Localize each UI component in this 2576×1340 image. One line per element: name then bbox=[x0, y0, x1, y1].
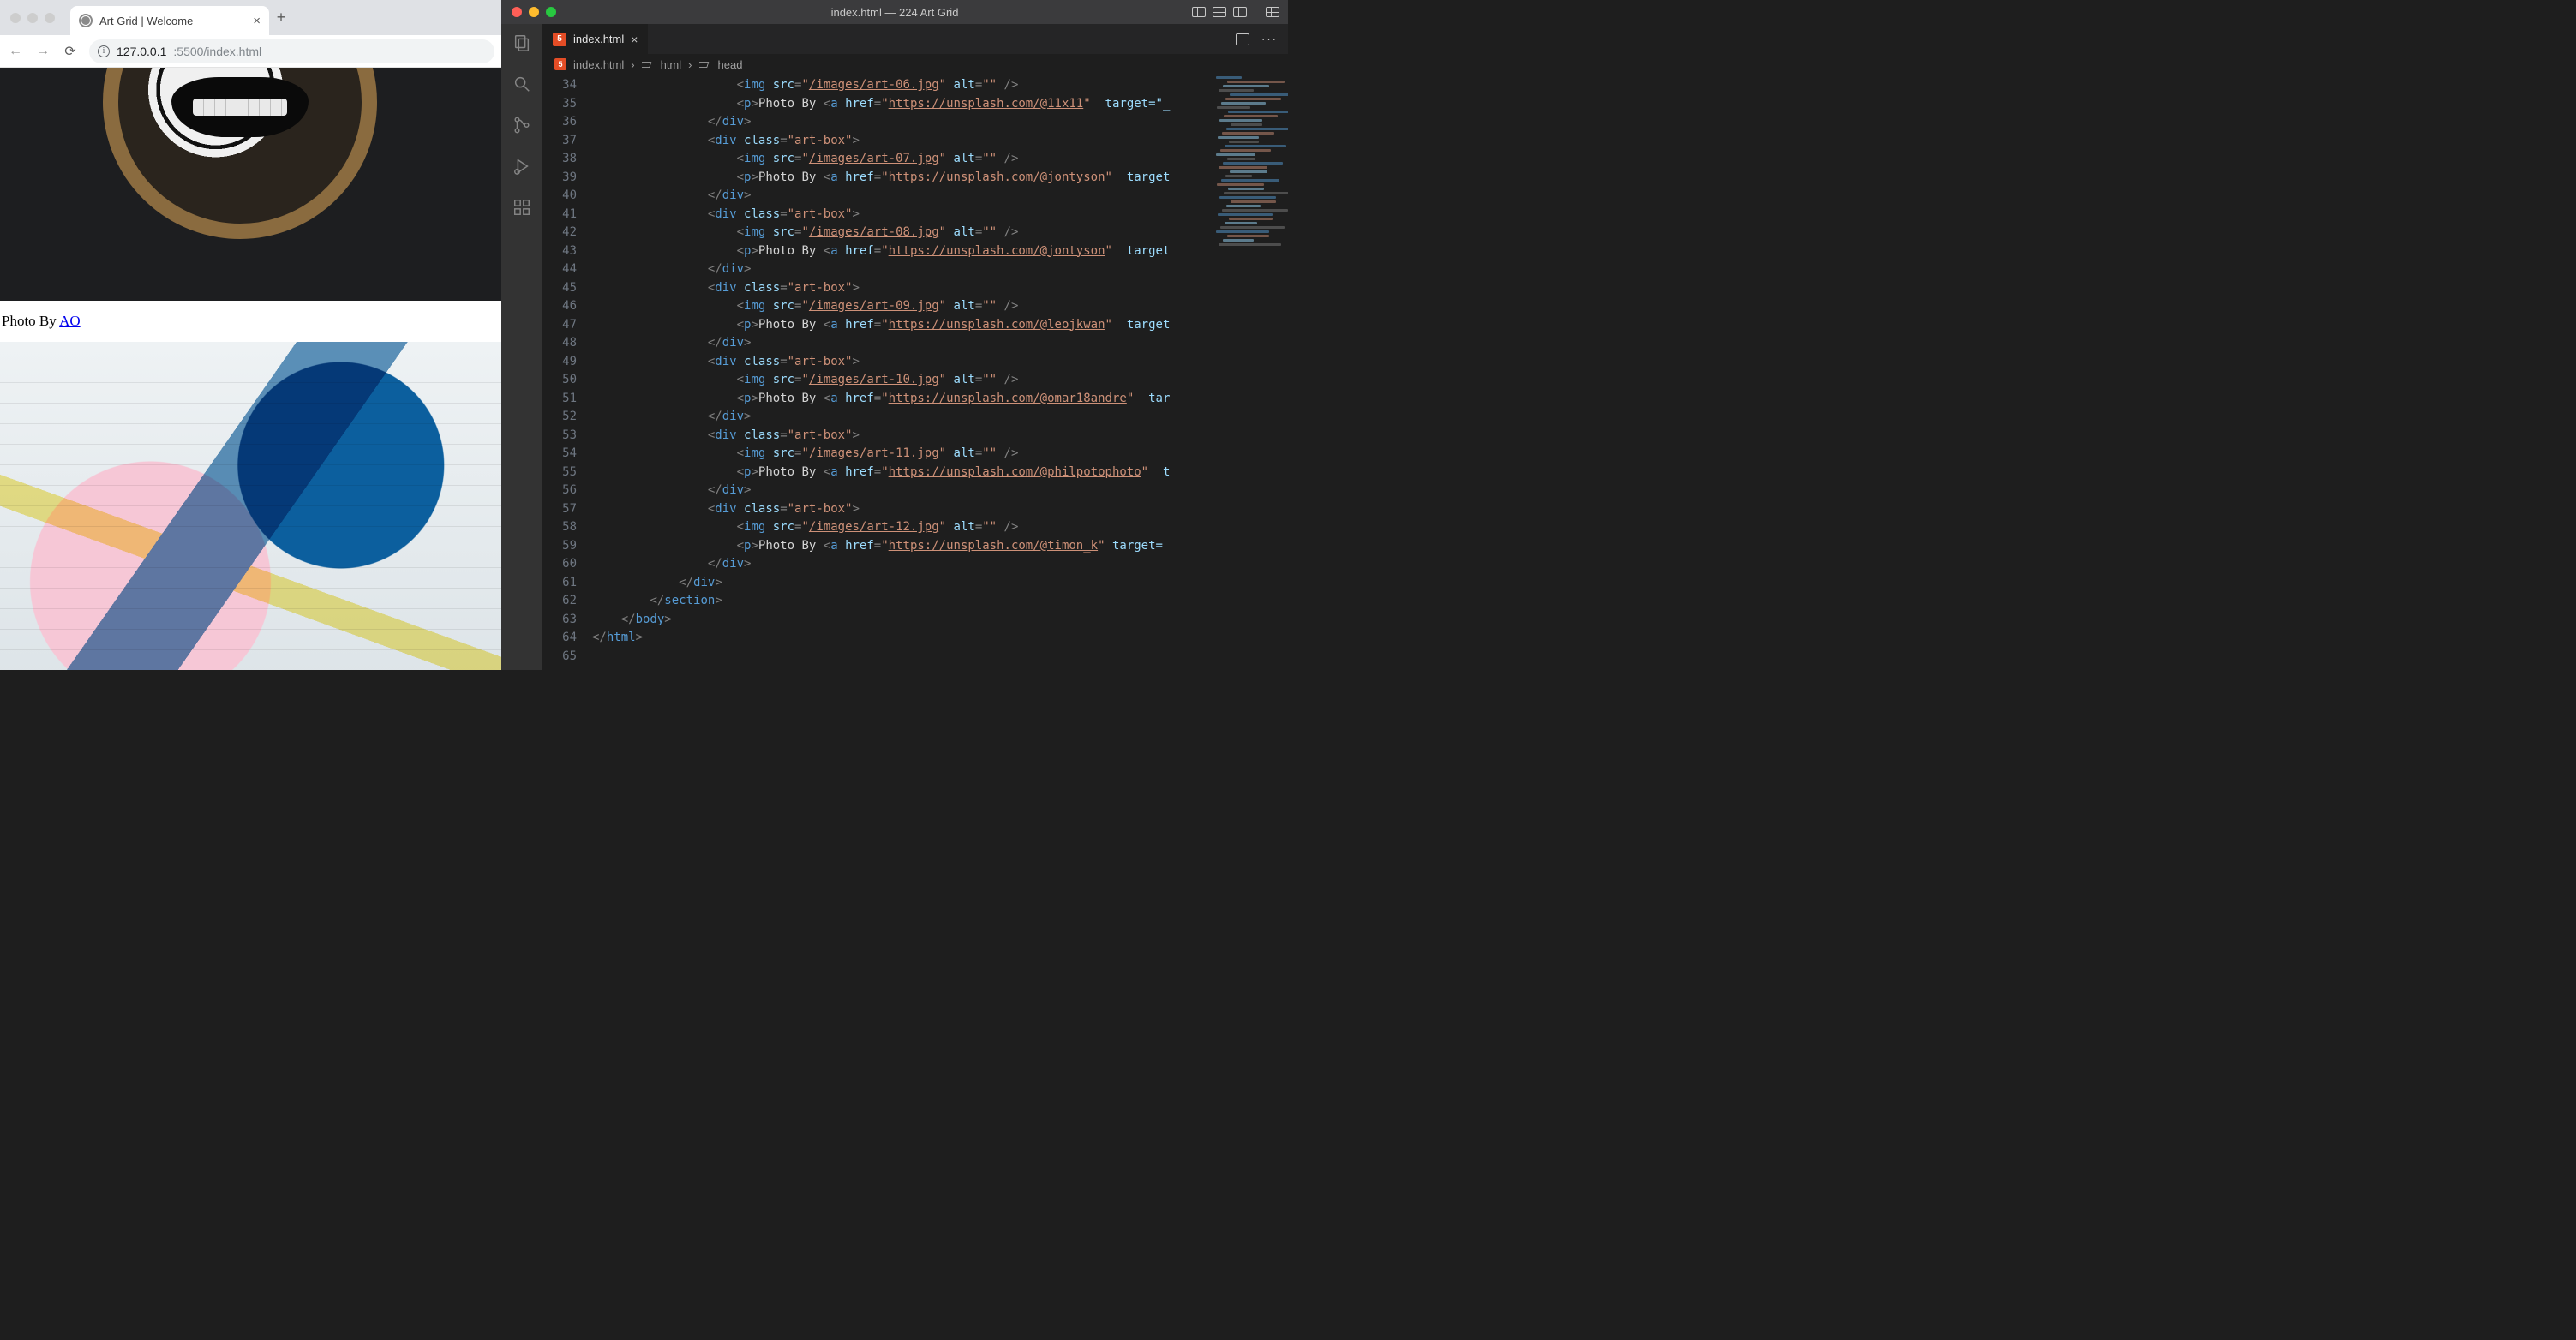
close-tab-icon[interactable]: × bbox=[253, 14, 261, 28]
globe-icon bbox=[79, 14, 93, 27]
vscode-window-title: index.html — 224 Art Grid bbox=[501, 6, 1288, 19]
breadcrumb-head[interactable]: head bbox=[718, 58, 743, 71]
minimap[interactable] bbox=[1213, 75, 1288, 263]
editor-area: 5 index.html × ··· 5 index.html › html ›… bbox=[542, 24, 1288, 670]
vscode-body: 5 index.html × ··· 5 index.html › html ›… bbox=[501, 24, 1288, 670]
activity-bar bbox=[501, 24, 542, 670]
mural-circle bbox=[103, 68, 377, 239]
site-info-icon[interactable]: i bbox=[98, 45, 110, 57]
extensions-icon[interactable] bbox=[512, 197, 532, 218]
html-file-icon: 5 bbox=[553, 33, 566, 46]
art-image-2 bbox=[0, 342, 501, 670]
chevron-right-icon: › bbox=[688, 58, 692, 71]
search-icon[interactable] bbox=[512, 74, 532, 94]
editor-tabs: 5 index.html × ··· bbox=[542, 24, 1288, 54]
chevron-right-icon: › bbox=[631, 58, 634, 71]
layout-customize-icon[interactable] bbox=[1266, 7, 1279, 17]
reload-button[interactable]: ⟳ bbox=[62, 43, 79, 60]
forward-button[interactable]: → bbox=[34, 44, 51, 59]
caption-prefix: Photo By bbox=[2, 313, 59, 329]
address-host: 127.0.0.1 bbox=[117, 45, 166, 58]
photo-caption: Photo By AO bbox=[0, 301, 501, 342]
split-editor-icon[interactable] bbox=[1236, 33, 1249, 45]
mural-teeth bbox=[193, 99, 287, 116]
symbol-icon bbox=[642, 58, 654, 70]
line-gutter: 34 35 36 37 38 39 40 41 42 43 44 45 46 4… bbox=[542, 75, 592, 670]
new-tab-button[interactable]: + bbox=[269, 9, 293, 27]
vscode-titlebar: index.html — 224 Art Grid bbox=[501, 0, 1288, 24]
code-content[interactable]: <img src="/images/art-06.jpg" alt="" /> … bbox=[592, 75, 1288, 670]
close-window-icon[interactable] bbox=[10, 13, 21, 23]
address-bar[interactable]: i 127.0.0.1 :5500/index.html bbox=[89, 39, 494, 63]
browser-toolbar: ← → ⟳ i 127.0.0.1 :5500/index.html bbox=[0, 35, 501, 68]
source-control-icon[interactable] bbox=[512, 115, 532, 135]
mural-lips bbox=[171, 77, 309, 137]
tab-filename: index.html bbox=[573, 33, 624, 45]
layout-secondary-icon[interactable] bbox=[1233, 7, 1247, 17]
minimize-window-icon[interactable] bbox=[27, 13, 38, 23]
breadcrumb-file[interactable]: index.html bbox=[573, 58, 624, 71]
editor-tab-actions: ··· bbox=[1225, 24, 1288, 54]
browser-viewport[interactable]: Photo By AO bbox=[0, 68, 501, 670]
vscode-window: index.html — 224 Art Grid bbox=[501, 0, 1288, 670]
explorer-icon[interactable] bbox=[512, 33, 532, 53]
address-path: :5500/index.html bbox=[173, 45, 261, 58]
run-debug-icon[interactable] bbox=[512, 156, 532, 176]
layout-sidebar-icon[interactable] bbox=[1192, 7, 1206, 17]
close-editor-tab-icon[interactable]: × bbox=[631, 33, 638, 46]
back-button[interactable]: ← bbox=[7, 44, 24, 59]
browser-titlebar: Art Grid | Welcome × + bbox=[0, 0, 501, 35]
maximize-window-icon[interactable] bbox=[45, 13, 55, 23]
editor-tab-index-html[interactable]: 5 index.html × bbox=[542, 24, 649, 54]
code-editor[interactable]: 34 35 36 37 38 39 40 41 42 43 44 45 46 4… bbox=[542, 75, 1288, 670]
symbol-icon bbox=[699, 58, 711, 70]
browser-tab[interactable]: Art Grid | Welcome × bbox=[70, 6, 269, 35]
breadcrumb-html[interactable]: html bbox=[661, 58, 682, 71]
browser-window: Art Grid | Welcome × + ← → ⟳ i 127.0.0.1… bbox=[0, 0, 501, 670]
caption-author-link[interactable]: AO bbox=[59, 313, 81, 329]
layout-panel-icon[interactable] bbox=[1213, 7, 1226, 17]
art-image-1 bbox=[0, 68, 501, 301]
more-actions-icon[interactable]: ··· bbox=[1261, 33, 1278, 45]
breadcrumb[interactable]: 5 index.html › html › head bbox=[542, 54, 1288, 75]
browser-traffic-lights bbox=[0, 13, 65, 23]
html-file-icon: 5 bbox=[554, 58, 566, 70]
tab-title: Art Grid | Welcome bbox=[99, 15, 193, 27]
